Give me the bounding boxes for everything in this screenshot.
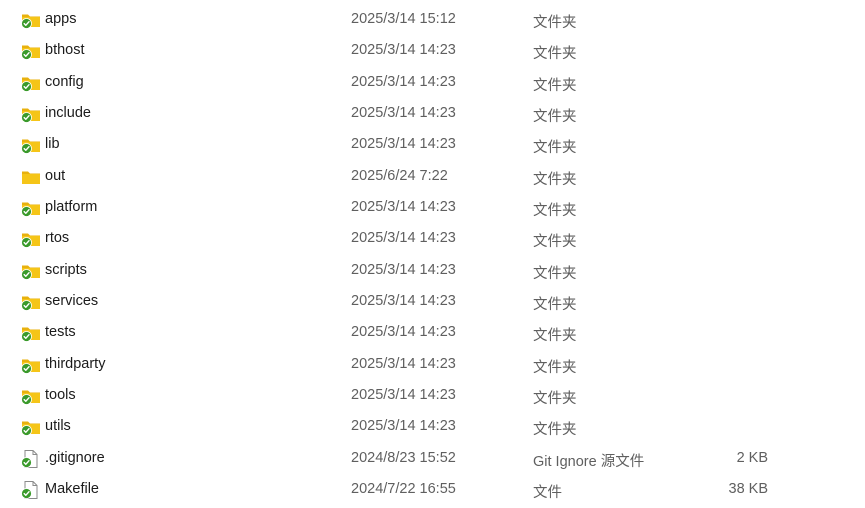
- file-name: rtos: [45, 230, 70, 247]
- file-type: 文件夹: [533, 234, 577, 251]
- file-type: 文件夹: [533, 265, 577, 282]
- file-date-modified: 2025/3/14 14:23: [351, 293, 456, 310]
- file-type: 文件夹: [533, 297, 577, 314]
- file-name: out: [45, 167, 66, 184]
- file-date-modified: 2025/3/14 14:23: [351, 418, 456, 435]
- file-row[interactable]: services 2025/3/14 14:23 文件夹: [0, 286, 865, 317]
- file-row[interactable]: utils 2025/3/14 14:23 文件夹: [0, 411, 865, 442]
- folder-synced-icon: [21, 293, 41, 311]
- folder-synced-icon: [21, 199, 41, 217]
- folder-synced-icon: [21, 230, 41, 248]
- file-name: apps: [45, 11, 77, 27]
- folder-synced-icon: [21, 42, 41, 60]
- file-type: 文件夹: [533, 203, 577, 220]
- file-name: utils: [45, 418, 71, 435]
- file-date-modified: 2025/3/14 14:23: [351, 73, 456, 90]
- file-type: 文件: [533, 485, 562, 502]
- file-date-modified: 2025/3/14 15:12: [351, 11, 456, 27]
- file-name: .gitignore: [45, 449, 105, 466]
- file-date-modified: 2025/3/14 14:23: [351, 230, 456, 247]
- file-name: Makefile: [45, 481, 99, 498]
- file-date-modified: 2025/3/14 14:23: [351, 355, 456, 372]
- file-date-modified: 2024/8/23 15:52: [351, 449, 456, 466]
- file-type: 文件夹: [533, 140, 577, 157]
- file-row[interactable]: tests 2025/3/14 14:23 文件夹: [0, 317, 865, 348]
- file-type: Git Ignore 源文件: [533, 453, 645, 470]
- file-date-modified: 2025/3/14 14:23: [351, 105, 456, 122]
- file-date-modified: 2025/3/14 14:23: [351, 199, 456, 216]
- file-size: 2 KB: [736, 449, 768, 466]
- file-synced-icon: [21, 450, 41, 468]
- file-row[interactable]: lib 2025/3/14 14:23 文件夹: [0, 129, 865, 160]
- file-date-modified: 2025/3/14 14:23: [351, 324, 456, 341]
- folder-synced-icon: [21, 105, 41, 123]
- file-list: apps 2025/3/14 15:12 文件夹 bthost 2025/3/14 14…: [0, 4, 865, 506]
- folder-synced-icon: [21, 356, 41, 374]
- file-row[interactable]: thirdparty 2025/3/14 14:23 文件夹: [0, 349, 865, 380]
- file-type: 文件夹: [533, 77, 577, 94]
- file-row[interactable]: include 2025/3/14 14:23 文件夹: [0, 98, 865, 129]
- file-date-modified: 2025/3/14 14:23: [351, 261, 456, 278]
- file-name: include: [45, 105, 91, 122]
- file-row[interactable]: Makefile 2024/7/22 16:55 文件 38 KB: [0, 474, 865, 505]
- folder-synced-icon: [21, 418, 41, 436]
- file-name: bthost: [45, 42, 85, 59]
- file-type: 文件夹: [533, 171, 577, 188]
- file-date-modified: 2025/3/14 14:23: [351, 136, 456, 153]
- file-type: 文件夹: [533, 422, 577, 439]
- file-name: lib: [45, 136, 60, 153]
- file-type: 文件夹: [533, 15, 577, 31]
- folder-synced-icon: [21, 74, 41, 92]
- file-date-modified: 2024/7/22 16:55: [351, 481, 456, 498]
- file-row[interactable]: platform 2025/3/14 14:23 文件夹: [0, 192, 865, 223]
- folder-synced-icon: [21, 11, 41, 29]
- file-synced-icon: [21, 481, 41, 499]
- file-name: tests: [45, 324, 76, 341]
- file-name: platform: [45, 199, 98, 216]
- folder-synced-icon: [21, 387, 41, 405]
- file-row[interactable]: rtos 2025/3/14 14:23 文件夹: [0, 223, 865, 254]
- file-type: 文件夹: [533, 109, 577, 126]
- file-row[interactable]: out 2025/6/24 7:22 文件夹: [0, 161, 865, 192]
- file-row[interactable]: scripts 2025/3/14 14:23 文件夹: [0, 255, 865, 286]
- file-type: 文件夹: [533, 46, 577, 63]
- file-date-modified: 2025/3/14 14:23: [351, 387, 456, 404]
- file-name: tools: [45, 387, 76, 404]
- file-type: 文件夹: [533, 391, 577, 408]
- file-name: services: [45, 293, 99, 310]
- folder-synced-icon: [21, 136, 41, 154]
- file-name: scripts: [45, 261, 87, 278]
- file-name: thirdparty: [45, 355, 106, 372]
- file-row[interactable]: apps 2025/3/14 15:12 文件夹: [0, 4, 865, 35]
- file-size: 38 KB: [728, 481, 769, 498]
- folder-synced-icon: [21, 262, 41, 280]
- folder-icon: [21, 168, 41, 186]
- file-date-modified: 2025/6/24 7:22: [351, 167, 448, 184]
- file-row[interactable]: tools 2025/3/14 14:23 文件夹: [0, 380, 865, 411]
- file-type: 文件夹: [533, 328, 577, 345]
- file-type: 文件夹: [533, 359, 577, 376]
- file-row[interactable]: config 2025/3/14 14:23 文件夹: [0, 67, 865, 98]
- file-row[interactable]: bthost 2025/3/14 14:23 文件夹: [0, 35, 865, 66]
- folder-synced-icon: [21, 324, 41, 342]
- file-name: config: [45, 73, 84, 90]
- file-date-modified: 2025/3/14 14:23: [351, 42, 456, 59]
- file-row[interactable]: .gitignore 2024/8/23 15:52 Git Ignore 源文件 2…: [0, 443, 865, 474]
